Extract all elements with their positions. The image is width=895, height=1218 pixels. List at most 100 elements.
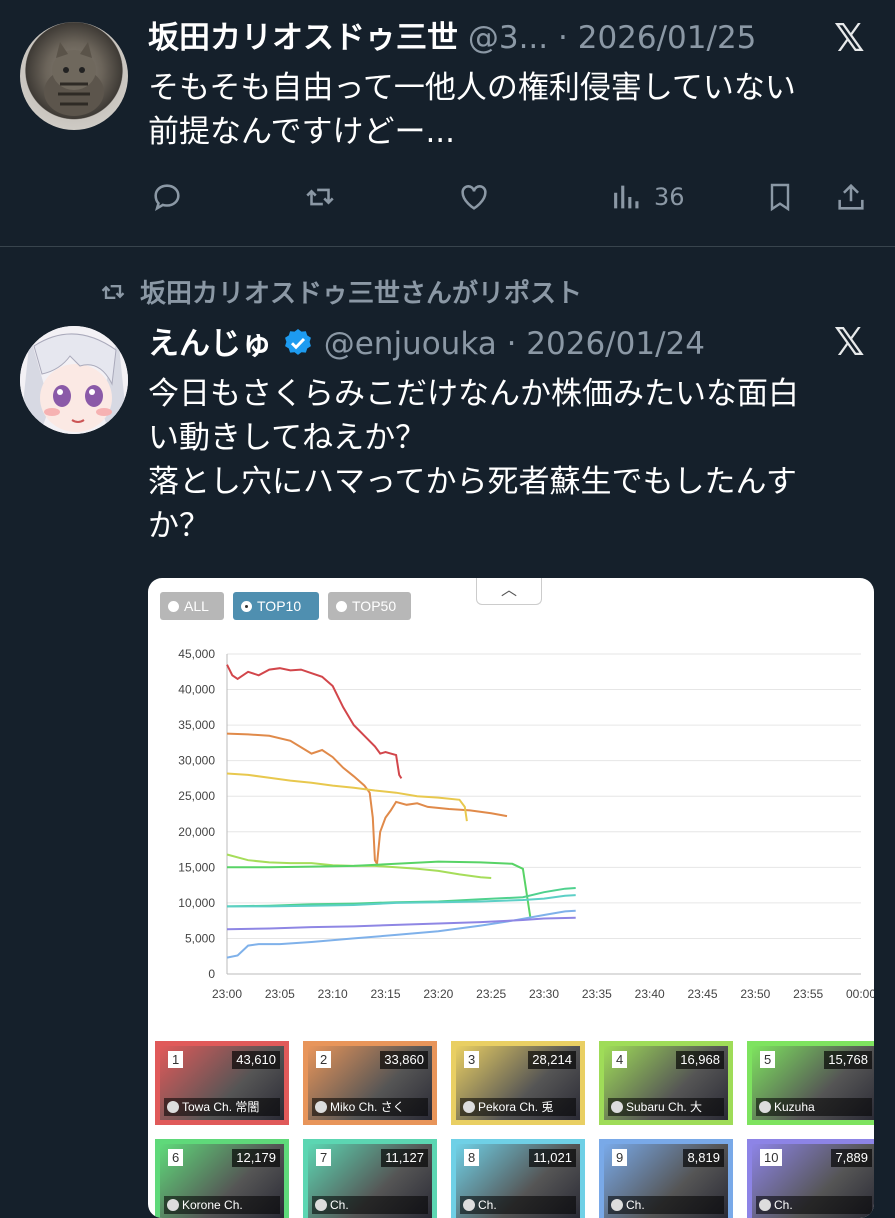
repost-context[interactable]: 坂田カリオスドゥ三世さんがリポスト [96,274,582,314]
ranking-tile[interactable]: 7 11,127 Ch. [303,1139,437,1218]
viewer-count: 11,021 [529,1149,576,1167]
tweet-text-line: い動きしてねえか？ [148,420,427,456]
channel-name: Ch. [756,1196,872,1214]
ranking-tile[interactable]: 6 12,179 Korone Ch. [155,1139,289,1218]
y-tick-label: 45,000 [178,647,215,661]
ranking-tile[interactable]: 5 15,768 Kuzuha [747,1041,874,1125]
x-tick-label: 23:30 [529,987,559,1001]
viewer-count: 12,179 [232,1149,280,1167]
viewer-count: 8,819 [683,1149,724,1167]
ranking-tile[interactable]: 1 43,610 Towa Ch. 常闇 [155,1041,289,1125]
tab-label: TOP50 [352,598,397,614]
rank-badge: 7 [316,1149,332,1166]
channel-name: Miko Ch. さく [312,1098,428,1116]
y-tick-label: 35,000 [178,718,215,732]
y-tick-label: 30,000 [178,754,215,768]
channel-name: Subaru Ch. 大 [608,1098,724,1116]
rank-badge: 5 [760,1051,776,1068]
bookmark-button[interactable] [764,180,796,214]
channel-name: Korone Ch. [164,1196,280,1214]
rank-badge: 2 [316,1051,332,1068]
x-tick-label: 23:25 [476,987,506,1001]
ranking-tile[interactable]: 10 7,889 Ch. [747,1139,874,1218]
views-button[interactable]: 36 [610,180,685,214]
verified-badge-icon [284,329,311,355]
repost-icon [306,188,334,206]
series-line-1 [226,664,403,779]
rank-badge: 4 [612,1051,628,1068]
repost-icon [101,285,125,299]
viewer-count: 11,127 [381,1149,428,1167]
collapse-button[interactable]: ︿ [476,578,542,605]
tweet-text-line: 今日もさくらみこだけなんか株価みたいな面白 [148,376,799,412]
avatar[interactable] [20,22,128,130]
x-tick-label: 23:00 [212,987,242,1001]
channel-name: Ch. [608,1196,724,1214]
reply-icon [154,184,180,212]
tweet-header: 坂田カリオスドゥ三世 @3... · 2026/01/25 [148,18,756,58]
x-tick-label: 23:40 [635,987,665,1001]
tab-all[interactable]: ALL [160,592,224,620]
channel-name: Ch. [312,1196,428,1214]
timestamp[interactable]: · 2026/01/24 [507,326,705,362]
radio-icon [168,600,179,612]
x-tick-label: 23:05 [265,987,295,1001]
tab-label: TOP10 [257,598,302,614]
tab-top50[interactable]: TOP50 [328,592,411,620]
viewer-count: 33,860 [380,1051,428,1069]
display-name[interactable]: えんじゅ [148,326,272,362]
tweet-header: えんじゅ @enjuouka · 2026/01/24 [148,324,705,364]
x-tick-label: 23:45 [687,987,717,1001]
channel-name: Ch. [460,1196,576,1214]
like-icon [461,185,487,210]
y-tick-label: 10,000 [178,896,215,910]
x-logo-icon: 𝕏 [834,16,865,60]
x-tick-label: 23:20 [423,987,453,1001]
tweet-text-line: そもそも自由って一他人の権利侵害していない [148,70,796,106]
viewer-count: 16,968 [676,1051,724,1069]
share-button[interactable] [834,180,868,214]
ranking-tile[interactable]: 4 16,968 Subaru Ch. 大 [599,1041,733,1125]
viewer-count: 15,768 [824,1051,872,1069]
series-line-3 [226,772,468,822]
display-name[interactable]: 坂田カリオスドゥ三世 [148,20,458,56]
channel-name: Kuzuha [756,1098,872,1116]
ranking-tile[interactable]: 3 28,214 Pekora Ch. 兎 [451,1041,585,1125]
channel-name: Towa Ch. 常闇 [164,1098,280,1116]
series-line-2 [226,732,508,867]
series-line-8 [226,909,576,959]
x-tick-label: 23:35 [582,987,612,1001]
attached-image[interactable]: ︿ ALL TOP10 TOP50 0 5,000 10,000 15,000 20,0… [148,578,874,1218]
share-icon [838,183,864,210]
viewer-count: 7,889 [831,1149,872,1167]
views-icon [614,185,639,209]
series-line-5 [227,860,532,918]
ranking-tile[interactable]: 9 8,819 Ch. [599,1139,733,1218]
x-logo-icon: 𝕏 [834,320,865,364]
like-button[interactable] [456,180,492,214]
avatar[interactable] [20,326,128,434]
radio-selected-icon [241,600,252,612]
tweet-divider [0,246,895,247]
y-tick-label: 40,000 [178,683,215,697]
ranking-tile[interactable]: 2 33,860 Miko Ch. さく [303,1041,437,1125]
tweet-text: 今日もさくらみこだけなんか株価みたいな面白 い動きしてねえか？ 落とし穴にハマっ… [148,372,799,548]
handle[interactable]: @enjuouka [324,326,497,362]
rank-badge: 8 [464,1149,480,1166]
viewer-chart: 0 5,000 10,000 15,000 20,000 25,000 30,000 35,0… [178,647,874,1001]
tab-label: ALL [184,598,209,614]
tweet-text-line: 落とし穴にハマってから死者蘇生でもしたんす [148,464,797,500]
repost-button[interactable] [302,180,338,214]
rank-badge: 10 [760,1149,783,1166]
tab-top10[interactable]: TOP10 [233,592,319,620]
x-tick-label: 23:50 [740,987,770,1001]
viewer-count: 28,214 [528,1051,576,1069]
ranking-tile[interactable]: 8 11,021 Ch. [451,1139,585,1218]
handle[interactable]: @3... [468,20,548,56]
timestamp[interactable]: · 2026/01/25 [558,20,756,56]
reply-button[interactable] [150,180,184,214]
series-line-9 [226,916,576,931]
y-tick-label: 25,000 [178,789,215,803]
radio-icon [336,600,347,612]
channel-name: Pekora Ch. 兎 [460,1098,576,1116]
